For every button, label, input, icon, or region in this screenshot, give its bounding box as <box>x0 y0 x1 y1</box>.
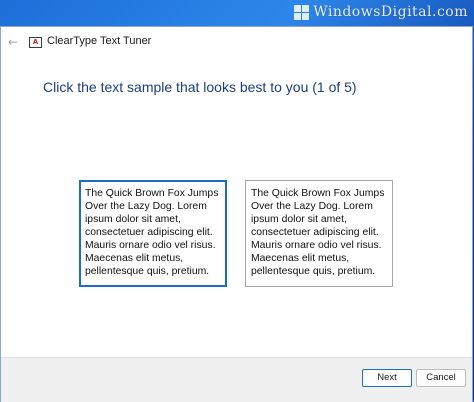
next-button[interactable]: Next <box>362 369 412 387</box>
text-sample-2[interactable]: The Quick Brown Fox Jumps Over the Lazy … <box>245 180 393 287</box>
back-arrow-icon[interactable]: ← <box>6 35 20 49</box>
windows-logo-icon <box>294 4 310 20</box>
footer-bar: Next Cancel <box>1 357 472 402</box>
title-bar: ← A ClearType Text Tuner <box>1 27 472 59</box>
cleartype-window: ← A ClearType Text Tuner Click the text … <box>0 26 473 402</box>
cleartype-icon: A <box>29 37 42 48</box>
text-sample-1[interactable]: The Quick Brown Fox Jumps Over the Lazy … <box>79 180 227 287</box>
window-title: ClearType Text Tuner <box>47 35 152 47</box>
watermark: WindowsDigital.com <box>294 2 468 22</box>
page-heading: Click the text sample that looks best to… <box>43 79 357 95</box>
cancel-button[interactable]: Cancel <box>416 369 466 387</box>
watermark-text: WindowsDigital.com <box>313 4 468 20</box>
